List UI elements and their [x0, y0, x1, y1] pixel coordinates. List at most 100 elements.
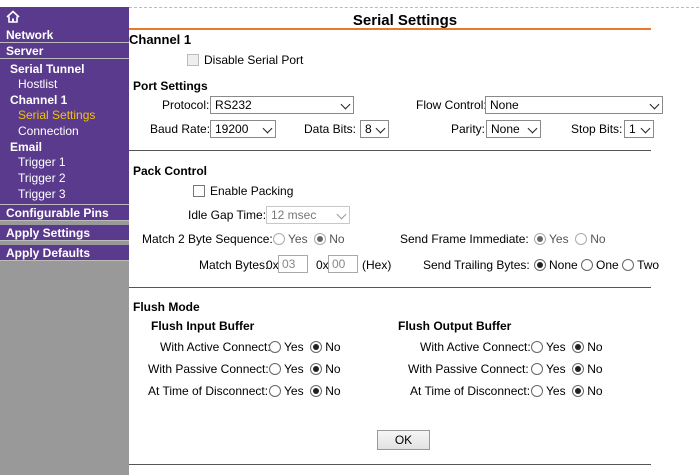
nav-hostlist[interactable]: Hostlist — [0, 76, 129, 92]
nav-server[interactable]: Server — [0, 43, 129, 59]
baud-rate-select[interactable]: 19200 — [210, 120, 276, 138]
trailing-one-radio[interactable] — [581, 259, 594, 271]
divider — [129, 464, 651, 465]
yes-label: Yes — [546, 362, 566, 376]
stop-bits-label: Stop Bits: — [571, 122, 623, 136]
trailing-two-label: Two — [637, 258, 660, 272]
trailing-label: Send Trailing Bytes: — [423, 258, 530, 272]
trailing-options: None One Two — [534, 258, 659, 272]
match2-yes-radio[interactable] — [273, 233, 285, 245]
home-link[interactable] — [0, 7, 129, 27]
input-disconnect-options: Yes No — [269, 384, 341, 398]
input-disconnect-yes-radio[interactable] — [269, 385, 281, 397]
input-passive-yes-radio[interactable] — [269, 363, 281, 375]
ok-button[interactable]: OK — [377, 430, 430, 450]
divider — [129, 150, 651, 151]
data-bits-value: 8 — [365, 122, 372, 136]
nav-trigger-2[interactable]: Trigger 2 — [0, 170, 129, 186]
hex-label: (Hex) — [362, 258, 392, 272]
input-active-options: Yes No — [269, 340, 341, 354]
data-bits-label: Data Bits: — [304, 122, 357, 136]
nav-serial-settings[interactable]: Serial Settings — [0, 107, 129, 123]
home-icon — [6, 10, 20, 23]
send-frame-yes-radio[interactable] — [534, 233, 546, 245]
divider — [129, 287, 651, 288]
sidebar: Network Server Serial Tunnel Hostlist Ch… — [0, 7, 129, 475]
match-byte-2-input[interactable]: 00 — [328, 255, 358, 273]
trailing-none-radio[interactable] — [534, 259, 546, 271]
flow-control-value: None — [490, 98, 519, 112]
stop-bits-value: 1 — [629, 122, 636, 136]
stop-bits-select[interactable]: 1 — [624, 120, 654, 138]
input-active-no-radio[interactable] — [310, 341, 323, 353]
output-active-label: With Active Connect: — [420, 340, 531, 354]
output-active-no-radio[interactable] — [572, 341, 585, 353]
chevron-down-icon — [336, 209, 347, 220]
output-passive-yes-radio[interactable] — [531, 363, 543, 375]
input-active-yes-radio[interactable] — [269, 341, 281, 353]
trailing-two-radio[interactable] — [622, 259, 635, 271]
disable-serial-port-row: Disable Serial Port — [187, 53, 303, 67]
input-active-label: With Active Connect: — [160, 340, 271, 354]
input-passive-options: Yes No — [269, 362, 341, 376]
nav-configurable-pins[interactable]: Configurable Pins — [0, 205, 129, 221]
top-dashed-border — [129, 7, 699, 10]
nav-connection[interactable]: Connection — [0, 123, 129, 139]
idle-gap-select[interactable]: 12 msec — [266, 206, 350, 224]
channel-title: Channel 1 — [129, 32, 192, 47]
match-byte-1-input[interactable]: 03 — [278, 255, 308, 273]
yes-label: Yes — [284, 384, 304, 398]
output-active-options: Yes No — [531, 340, 603, 354]
send-frame-options: Yes No — [534, 232, 606, 246]
chevron-down-icon — [527, 123, 538, 134]
send-frame-no-label: No — [590, 232, 606, 246]
nav-channel1[interactable]: Channel 1 — [0, 92, 129, 107]
parity-value: None — [491, 122, 520, 136]
nav-trigger-1[interactable]: Trigger 1 — [0, 154, 129, 170]
trailing-none-label: None — [549, 258, 578, 272]
nav-apply-settings[interactable]: Apply Settings — [0, 225, 129, 241]
chevron-down-icon — [640, 123, 651, 134]
nav-trigger-3[interactable]: Trigger 3 — [0, 186, 129, 202]
no-label: No — [587, 340, 603, 354]
pack-control-title: Pack Control — [133, 164, 208, 178]
port-settings-title: Port Settings — [133, 79, 208, 93]
flow-control-select[interactable]: None — [485, 96, 663, 114]
input-disconnect-no-radio[interactable] — [310, 385, 323, 397]
yes-label: Yes — [546, 384, 566, 398]
idle-gap-value: 12 msec — [271, 208, 317, 222]
chevron-down-icon — [340, 99, 351, 110]
parity-select[interactable]: None — [486, 120, 541, 138]
protocol-label: Protocol: — [162, 98, 210, 112]
nav-network[interactable]: Network — [0, 27, 129, 43]
output-disconnect-no-radio[interactable] — [572, 385, 585, 397]
match2-no-label: No — [329, 232, 345, 246]
output-passive-no-radio[interactable] — [572, 363, 585, 375]
send-frame-label: Send Frame Immediate: — [400, 232, 529, 246]
enable-packing-checkbox[interactable] — [193, 185, 205, 197]
protocol-select[interactable]: RS232 — [210, 96, 354, 114]
protocol-value: RS232 — [215, 98, 252, 112]
nav-email[interactable]: Email — [0, 139, 129, 154]
parity-label: Parity: — [451, 122, 486, 136]
data-bits-select[interactable]: 8 — [360, 120, 389, 138]
baud-rate-value: 19200 — [215, 122, 249, 136]
idle-gap-label: Idle Gap Time: — [188, 208, 267, 222]
send-frame-no-radio[interactable] — [575, 233, 588, 245]
disable-serial-port-checkbox[interactable] — [187, 54, 199, 66]
flush-output-title: Flush Output Buffer — [398, 319, 512, 333]
chevron-down-icon — [649, 99, 660, 110]
match2-no-radio[interactable] — [314, 233, 327, 245]
enable-packing-label: Enable Packing — [210, 184, 294, 198]
no-label: No — [587, 362, 603, 376]
match2-options: Yes No — [273, 232, 345, 246]
output-active-yes-radio[interactable] — [531, 341, 543, 353]
input-passive-no-radio[interactable] — [310, 363, 323, 375]
match2-yes-label: Yes — [288, 232, 308, 246]
output-passive-options: Yes No — [531, 362, 603, 376]
input-disconnect-label: At Time of Disconnect: — [148, 384, 269, 398]
yes-label: Yes — [284, 362, 304, 376]
output-disconnect-yes-radio[interactable] — [531, 385, 543, 397]
nav-serial-tunnel[interactable]: Serial Tunnel — [0, 61, 129, 76]
nav-apply-defaults[interactable]: Apply Defaults — [0, 245, 129, 261]
